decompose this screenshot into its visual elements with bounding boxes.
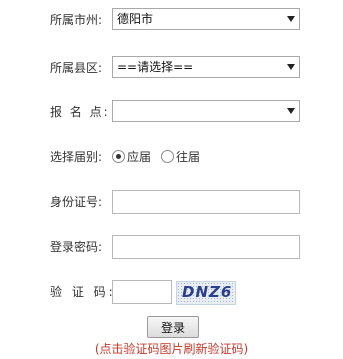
city-select-value: 德阳市 (117, 12, 154, 26)
chevron-down-icon (287, 108, 295, 114)
session-option-current[interactable]: 应届 (112, 145, 151, 169)
session-label: 选择届别: (50, 150, 103, 164)
captcha-image[interactable]: DNZ6 (176, 281, 236, 305)
captcha-input[interactable] (112, 280, 172, 304)
password-label: 登录密码: (50, 240, 103, 254)
city-row: 所属市州: 德阳市 (0, 8, 343, 32)
chevron-down-icon (287, 16, 295, 22)
session-option-previous[interactable]: 往届 (161, 145, 200, 169)
chevron-down-icon (287, 64, 295, 70)
session-row: 选择届别: 应届 往届 (0, 145, 343, 169)
password-input[interactable] (112, 235, 300, 259)
session-option-current-label: 应届 (127, 150, 152, 164)
id-number-input[interactable] (112, 190, 300, 214)
captcha-code: DNZ6 (182, 283, 233, 301)
county-label: 所属县区: (50, 61, 103, 75)
captcha-refresh-hint: (点击验证码图片刷新验证码) (94, 342, 249, 356)
site-row: 报 名 点: (0, 100, 343, 124)
county-select-value: ==请选择== (117, 60, 194, 74)
site-select[interactable] (112, 100, 300, 122)
radio-unchecked-icon[interactable] (161, 150, 174, 163)
radio-checked-icon[interactable] (112, 150, 125, 163)
id-row: 身份证号: (0, 190, 343, 214)
password-row: 登录密码: (0, 235, 343, 259)
county-select[interactable]: ==请选择== (112, 56, 300, 78)
login-button[interactable]: 登录 (147, 316, 199, 338)
city-select[interactable]: 德阳市 (112, 8, 300, 30)
site-label: 报 名 点: (50, 105, 110, 119)
captcha-label: 验 证 码: (50, 285, 116, 299)
county-row: 所属县区: ==请选择== (0, 56, 343, 80)
captcha-row: 验 证 码: DNZ6 (0, 280, 343, 305)
city-label: 所属市州: (50, 13, 103, 27)
id-label: 身份证号: (50, 195, 103, 209)
session-option-previous-label: 往届 (176, 150, 201, 164)
